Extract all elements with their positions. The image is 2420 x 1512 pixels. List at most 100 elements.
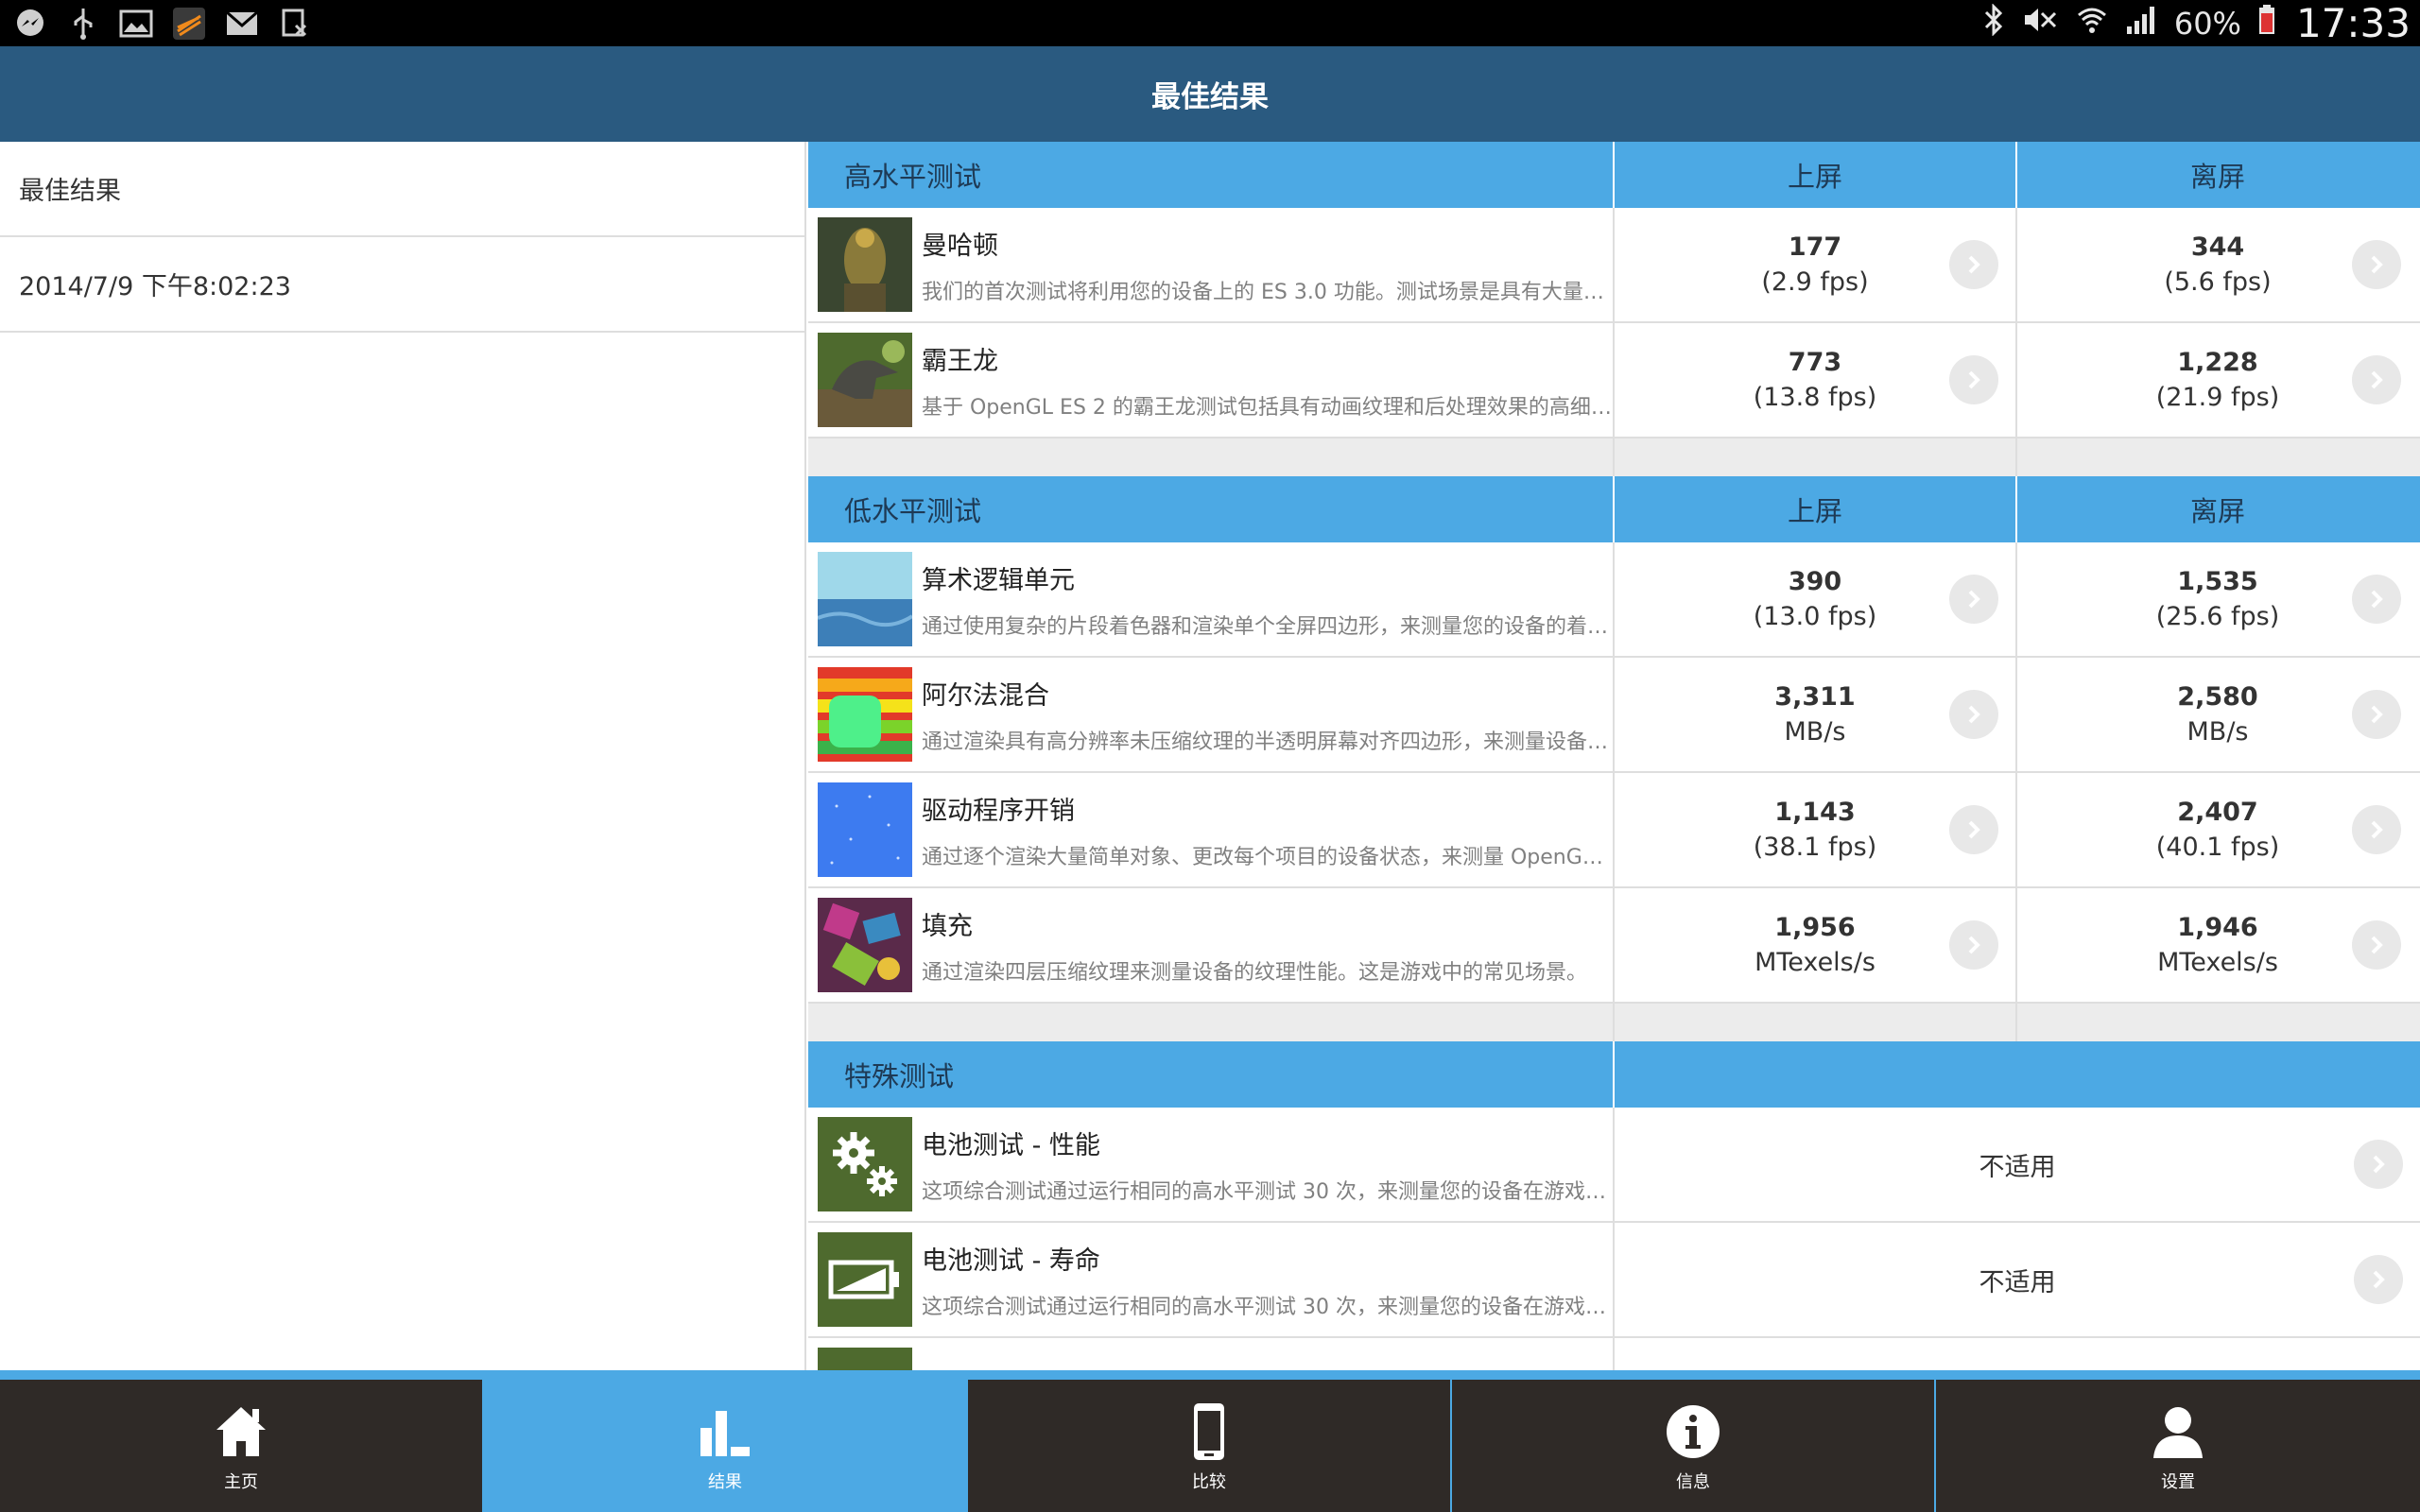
gallery-icon — [119, 7, 153, 41]
result-row-battery-performance[interactable]: 电池测试 - 性能 这项综合测试通过运行相同的高水平测试 30 次，来测量您的设… — [808, 1108, 2420, 1223]
result-value-cell[interactable] — [1615, 1338, 2420, 1370]
chevron-right-icon[interactable] — [2354, 1255, 2403, 1304]
result-value-cell[interactable]: 不适用 — [1615, 1223, 2420, 1336]
score-text: 1,535 (25.6 fps) — [2156, 567, 2279, 631]
notification-icons — [0, 7, 312, 41]
battery-thumbnail — [818, 1232, 912, 1327]
nav-label: 结果 — [708, 1472, 742, 1492]
phone-compare-icon — [1176, 1399, 1242, 1465]
driver-overhead-thumbnail — [818, 782, 912, 877]
result-row-fill[interactable]: 填充 通过渲染四层压缩纹理来测量设备的纹理性能。这是游戏中的常见场景。 1,95… — [808, 888, 2420, 1004]
offscreen-score-cell[interactable]: 344 (5.6 fps) — [2017, 208, 2418, 321]
score-text: 2,580 MB/s — [2177, 682, 2257, 747]
chevron-right-icon[interactable] — [2352, 690, 2401, 739]
test-info: 驱动程序开销 通过逐个渲染大量简单对象、更改每个项目的设备状态，来测量 Open… — [922, 790, 1612, 870]
test-info: 阿尔法混合 通过渲染具有高分辨率未压缩纹理的半透明屏幕对齐四边形，来测量设备的混… — [922, 675, 1612, 755]
onscreen-score-cell[interactable]: 1,956 MTexels/s — [1615, 888, 2017, 1002]
nav-label: 比较 — [1192, 1472, 1226, 1492]
column-header-onscreen: 上屏 — [1615, 142, 2017, 208]
result-row-alu[interactable]: 算术逻辑单元 通过使用复杂的片段着色器和渲染单个全屏四边形，来测量您的设备的着色… — [808, 542, 2420, 658]
left-list-item-date[interactable]: 2014/7/9 下午8:02:23 — [0, 237, 804, 333]
bluetooth-icon — [1983, 2, 2004, 43]
test-name-cell: 霸王龙 基于 OpenGL ES 2 的霸王龙测试包括具有动画纹理和后处理效果的… — [808, 323, 1615, 437]
mail-icon — [225, 7, 259, 41]
bottom-navigation: 主页 结果 比较 信息 设置 — [0, 1370, 2420, 1512]
offscreen-score-cell[interactable]: 2,407 (40.1 fps) — [2017, 773, 2418, 886]
nav-compare[interactable]: 比较 — [968, 1380, 1452, 1512]
result-row-alpha-blending[interactable]: 阿尔法混合 通过渲染具有高分辨率未压缩纹理的半透明屏幕对齐四边形，来测量设备的混… — [808, 658, 2420, 773]
test-name-cell: 电池测试 - 性能 这项综合测试通过运行相同的高水平测试 30 次，来测量您的设… — [808, 1108, 1615, 1221]
fill-thumbnail — [818, 898, 912, 992]
status-bar: 60% 17:33 — [0, 0, 2420, 46]
test-title: 霸王龙 — [922, 346, 998, 376]
manhattan-thumbnail — [818, 217, 912, 312]
score-text: 1,946 MTexels/s — [2157, 913, 2278, 977]
left-list-item-best[interactable]: 最佳结果 — [0, 142, 804, 237]
test-info: 电池测试 - 寿命 这项综合测试通过运行相同的高水平测试 30 次，来测量您的设… — [922, 1240, 1612, 1320]
nav-results[interactable]: 结果 — [484, 1380, 968, 1512]
offscreen-score-cell[interactable]: 1,228 (21.9 fps) — [2017, 323, 2418, 437]
result-row-trex[interactable]: 霸王龙 基于 OpenGL ES 2 的霸王龙测试包括具有动画纹理和后处理效果的… — [808, 323, 2420, 438]
score-text: 1,228 (21.9 fps) — [2156, 348, 2279, 412]
test-info: 曼哈顿 我们的首次测试将利用您的设备上的 ES 3.0 功能。测试场景是具有大量… — [922, 225, 1612, 305]
test-title: 电池测试 - 性能 — [922, 1130, 1100, 1160]
score-text: 1,143 (38.1 fps) — [1754, 798, 1876, 862]
action-bar: 最佳结果 — [0, 46, 2420, 142]
alpha-blending-thumbnail — [818, 667, 912, 762]
test-info: 算术逻辑单元 通过使用复杂的片段着色器和渲染单个全屏四边形，来测量您的设备的着色… — [922, 559, 1612, 640]
chevron-right-icon[interactable] — [1949, 805, 1998, 854]
score-unit: (2.9 fps) — [1761, 267, 1869, 297]
section-title: 高水平测试 — [808, 142, 1615, 208]
nav-info[interactable]: 信息 — [1452, 1380, 1936, 1512]
result-row-battery-life[interactable]: 电池测试 - 寿命 这项综合测试通过运行相同的高水平测试 30 次，来测量您的设… — [808, 1223, 2420, 1338]
onscreen-score-cell[interactable]: 1,143 (38.1 fps) — [1615, 773, 2017, 886]
battery-icon — [2258, 4, 2275, 43]
onscreen-score-cell[interactable]: 177 (2.9 fps) — [1615, 208, 2017, 321]
result-row-driver-overhead[interactable]: 驱动程序开销 通过逐个渲染大量简单对象、更改每个项目的设备状态，来测量 Open… — [808, 773, 2420, 888]
score-value: 1,956 — [1774, 913, 1856, 942]
onscreen-score-cell[interactable]: 3,311 MB/s — [1615, 658, 2017, 771]
test-title: 曼哈顿 — [922, 231, 998, 261]
signal-icon — [2125, 4, 2157, 43]
result-row-partial[interactable] — [808, 1338, 2420, 1370]
messenger-icon — [13, 7, 47, 41]
section-spacer — [808, 1004, 2420, 1041]
column-header-offscreen: 离屏 — [2189, 495, 2245, 527]
score-unit: MTexels/s — [1754, 948, 1876, 977]
nav-label: 设置 — [2161, 1472, 2195, 1492]
gears-thumbnail — [818, 1117, 912, 1211]
score-unit: (40.1 fps) — [2155, 833, 2280, 862]
test-description: 通过渲染具有高分辨率未压缩纹理的半透明屏幕对齐四边形，来测量设备的混合性能。 — [922, 730, 1612, 754]
wifi-icon — [2076, 4, 2108, 43]
score-text: 390 (13.0 fps) — [1754, 567, 1876, 631]
offscreen-score-cell[interactable]: 2,580 MB/s — [2017, 658, 2418, 771]
mute-icon — [2021, 6, 2059, 42]
nav-home[interactable]: 主页 — [0, 1380, 484, 1512]
chevron-right-icon[interactable] — [2352, 575, 2401, 624]
chevron-right-icon[interactable] — [1949, 690, 1998, 739]
score-text: 177 (2.9 fps) — [1761, 232, 1868, 297]
score-text: 344 (5.6 fps) — [2164, 232, 2271, 297]
chevron-right-icon[interactable] — [1949, 355, 1998, 404]
offscreen-score-cell[interactable]: 1,946 MTexels/s — [2017, 888, 2418, 1002]
chevron-right-icon[interactable] — [1949, 575, 1998, 624]
nav-settings[interactable]: 设置 — [1936, 1380, 2420, 1512]
result-value-cell[interactable]: 不适用 — [1615, 1108, 2420, 1221]
test-title: 算术逻辑单元 — [922, 565, 1075, 595]
onscreen-score-cell[interactable]: 773 (13.8 fps) — [1615, 323, 2017, 437]
score-text: 3,311 MB/s — [1774, 682, 1855, 747]
chevron-right-icon[interactable] — [2352, 355, 2401, 404]
chevron-right-icon[interactable] — [2354, 1140, 2403, 1189]
chevron-right-icon[interactable] — [2352, 920, 2401, 970]
chevron-right-icon[interactable] — [1949, 920, 1998, 970]
not-applicable-text: 不适用 — [1979, 1152, 2056, 1182]
info-icon — [1660, 1399, 1726, 1465]
chevron-right-icon[interactable] — [2352, 805, 2401, 854]
onscreen-score-cell[interactable]: 390 (13.0 fps) — [1615, 542, 2017, 656]
chevron-right-icon[interactable] — [2352, 240, 2401, 289]
chevron-right-icon[interactable] — [1949, 240, 1998, 289]
test-description: 通过逐个渲染大量简单对象、更改每个项目的设备状态，来测量 OpenGL 驱动程序… — [922, 845, 1612, 869]
result-row-manhattan[interactable]: 曼哈顿 我们的首次测试将利用您的设备上的 ES 3.0 功能。测试场景是具有大量… — [808, 208, 2420, 323]
column-header-onscreen: 上屏 — [1615, 476, 2017, 542]
offscreen-score-cell[interactable]: 1,535 (25.6 fps) — [2017, 542, 2418, 656]
